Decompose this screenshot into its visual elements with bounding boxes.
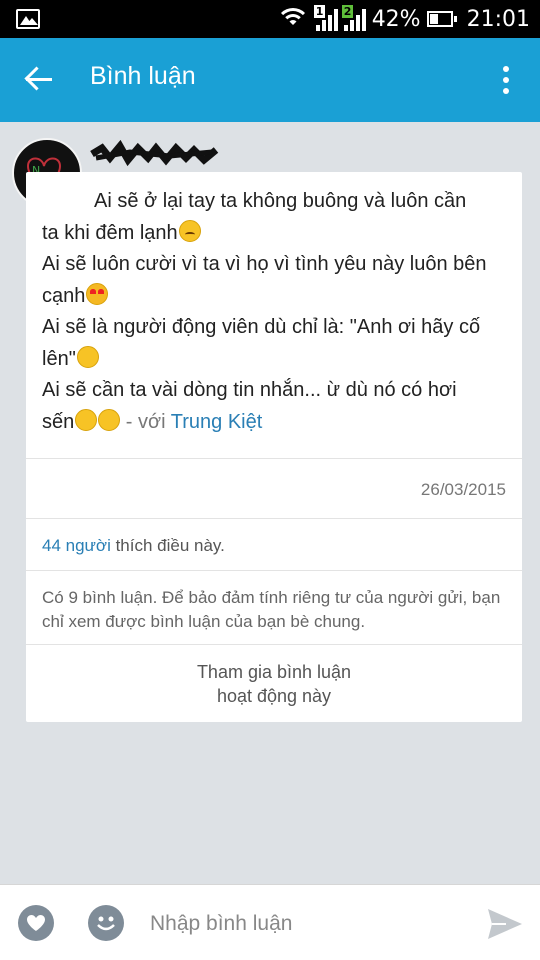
heart-icon[interactable]	[18, 905, 54, 941]
status-bar: 1 2 42% 21:01	[0, 0, 540, 38]
confused-emoji-icon	[98, 408, 121, 431]
battery-icon	[426, 11, 457, 27]
post-line: cạnh	[42, 281, 512, 313]
signal-sim2-icon: 2	[341, 5, 366, 31]
thinking-emoji-icon	[75, 408, 98, 431]
app-bar: Bình luận	[0, 38, 540, 122]
post-line: ta khi đêm lạnh	[42, 218, 512, 250]
divider	[26, 458, 522, 459]
smiley-icon[interactable]	[88, 905, 124, 941]
join-discussion-link[interactable]: Tham gia bình luận hoạt động này	[26, 660, 522, 708]
dizzy-emoji-icon	[76, 345, 99, 368]
wifi-icon	[275, 6, 310, 32]
battery-percent: 42%	[371, 6, 421, 32]
comment-input[interactable]	[150, 907, 450, 941]
worried-emoji-icon	[178, 219, 201, 242]
post-line: Ai sẽ cần ta vài dòng tin nhắn... ừ dù n…	[42, 379, 457, 401]
page-title: Bình luận	[90, 62, 196, 90]
likes-summary[interactable]: 44 người thích điều này.	[42, 536, 225, 556]
post-line: Ai sẽ luôn cười vì ta vì họ vì tình yêu …	[42, 253, 487, 275]
status-icons: 1 2 42% 21:01	[275, 0, 530, 38]
send-icon[interactable]	[486, 907, 524, 941]
divider	[26, 570, 522, 571]
clock: 21:01	[466, 6, 530, 32]
redacted-username	[90, 140, 219, 167]
post-line: Ai sẽ là người động viên dù chỉ là: "Anh…	[42, 316, 481, 338]
divider	[26, 644, 522, 645]
comment-composer	[0, 884, 540, 960]
gallery-icon	[16, 9, 40, 29]
post-line: Ai sẽ ở lại tay ta không buông và luôn c…	[94, 190, 467, 212]
arrow-left-icon[interactable]	[24, 66, 58, 94]
post-text: Ai sẽ ở lại tay ta không buông và luôn c…	[42, 186, 512, 438]
post-line: sến - với Trung Kiệt	[42, 408, 263, 433]
post-date: 26/03/2015	[420, 480, 506, 499]
tagged-friend-link[interactable]: Trung Kiệt	[171, 411, 263, 433]
signal-sim1-icon: 1	[313, 5, 338, 31]
heart-eyes-emoji-icon	[86, 282, 109, 305]
post-line: lên"	[42, 344, 512, 376]
privacy-notice: Có 9 bình luận. Để bảo đảm tính riêng tư…	[42, 588, 501, 631]
divider	[26, 518, 522, 519]
post-card: Ai sẽ ở lại tay ta không buông và luôn c…	[26, 172, 522, 722]
more-vertical-icon[interactable]	[502, 66, 510, 94]
